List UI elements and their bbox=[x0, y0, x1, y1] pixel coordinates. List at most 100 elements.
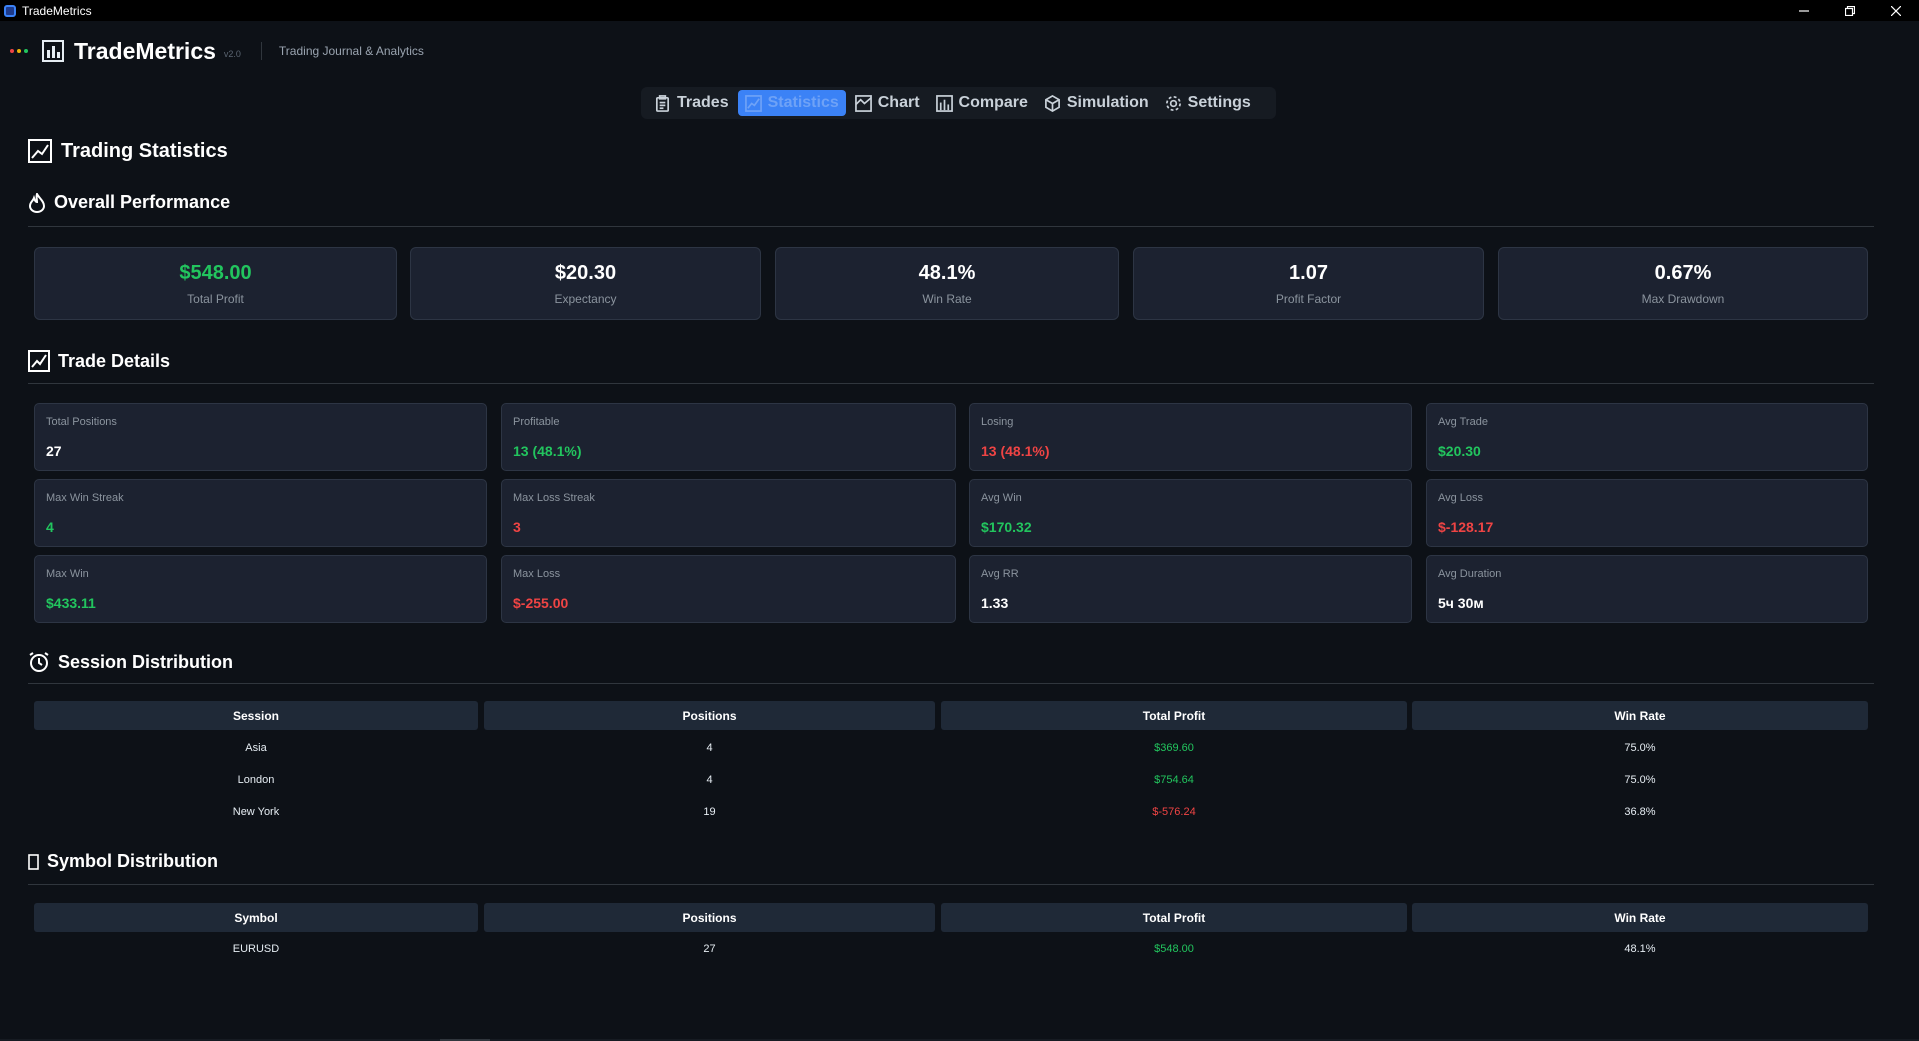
page-title-text: Trading Statistics bbox=[61, 139, 228, 162]
tab-label: Statistics bbox=[767, 94, 839, 111]
window-dots[interactable] bbox=[10, 49, 28, 53]
detail-value: $-128.17 bbox=[1438, 519, 1494, 535]
app-icon bbox=[4, 4, 16, 17]
table-cell-profit: $548.00 bbox=[1154, 943, 1194, 955]
column-header-win-rate[interactable]: Win Rate bbox=[1412, 701, 1868, 730]
tab-settings[interactable]: Settings bbox=[1158, 90, 1258, 116]
close-icon bbox=[1891, 5, 1901, 16]
detail-card-avg-rr: Avg RR 1.33 bbox=[969, 555, 1412, 623]
detail-value: 13 (48.1%) bbox=[513, 443, 582, 459]
section-session-distribution: Session Distribution bbox=[28, 651, 233, 673]
detail-value: $433.11 bbox=[46, 595, 96, 611]
detail-card-avg-duration: Avg Duration 5ч 30м bbox=[1426, 555, 1868, 623]
detail-label: Avg Loss bbox=[1438, 492, 1484, 504]
table-cell-profit: $-576.24 bbox=[1152, 806, 1196, 818]
column-header-total-profit[interactable]: Total Profit bbox=[941, 903, 1407, 932]
detail-value: $-255.00 bbox=[513, 595, 569, 611]
bar-chart-logo-icon bbox=[42, 40, 64, 62]
page-title: Trading Statistics bbox=[28, 139, 228, 163]
detail-label: Profitable bbox=[513, 416, 560, 428]
section-divider bbox=[28, 383, 1874, 384]
tab-label: Compare bbox=[958, 94, 1028, 111]
tab-label: Trades bbox=[677, 94, 729, 111]
detail-value: 3 bbox=[513, 519, 521, 535]
detail-label: Avg Win bbox=[981, 492, 1022, 504]
detail-label: Max Win bbox=[46, 568, 89, 580]
table-cell-positions: 27 bbox=[703, 943, 716, 955]
section-heading: Trade Details bbox=[58, 350, 171, 371]
detail-label: Avg Trade bbox=[1438, 416, 1488, 428]
tab-label: Simulation bbox=[1066, 94, 1149, 111]
detail-card-total-positions: Total Positions 27 bbox=[34, 403, 487, 471]
cube-icon bbox=[1044, 94, 1060, 112]
section-overall-performance: Overall Performance bbox=[28, 192, 230, 213]
chart-line-icon bbox=[744, 94, 762, 112]
detail-value: 27 bbox=[46, 443, 62, 459]
table-cell-win-rate: 36.8% bbox=[1624, 806, 1656, 818]
bar-chart-icon bbox=[935, 94, 953, 112]
stat-label: Total Profit bbox=[187, 291, 244, 306]
version-label: v2.0 bbox=[223, 49, 241, 59]
detail-label: Avg Duration bbox=[1438, 568, 1502, 580]
tab-statistics[interactable]: Statistics bbox=[737, 90, 846, 116]
tab-trades[interactable]: Trades bbox=[647, 90, 736, 116]
minimize-button[interactable] bbox=[1781, 0, 1827, 21]
detail-card-max-loss: Max Loss $-255.00 bbox=[501, 555, 956, 623]
stat-card-profit-factor: 1.07 Profit Factor bbox=[1133, 247, 1484, 320]
close-button[interactable] bbox=[1873, 0, 1919, 21]
table-cell-profit: $754.64 bbox=[1154, 774, 1194, 786]
stat-card-expectancy: $20.30 Expectancy bbox=[410, 247, 761, 320]
detail-value: 4 bbox=[46, 519, 54, 535]
section-heading: Session Distribution bbox=[58, 651, 234, 672]
column-header-positions[interactable]: Positions bbox=[484, 701, 935, 730]
detail-card-max-loss-streak: Max Loss Streak 3 bbox=[501, 479, 956, 547]
stat-label: Expectancy bbox=[554, 291, 617, 306]
detail-value: $170.32 bbox=[981, 519, 1032, 535]
column-header-symbol[interactable]: Symbol bbox=[34, 903, 478, 932]
table-cell-positions: 19 bbox=[703, 806, 716, 818]
dot-yellow bbox=[17, 49, 21, 53]
section-divider bbox=[28, 884, 1874, 885]
stat-card-win-rate: 48.1% Win Rate bbox=[775, 247, 1119, 320]
restore-icon bbox=[1845, 5, 1855, 16]
window-controls bbox=[1781, 0, 1919, 21]
alarm-clock-icon bbox=[29, 652, 49, 672]
detail-label: Max Loss bbox=[513, 568, 561, 580]
column-header-positions[interactable]: Positions bbox=[484, 903, 935, 932]
tab-label: Chart bbox=[877, 94, 920, 111]
detail-card-avg-loss: Avg Loss $-128.17 bbox=[1426, 479, 1868, 547]
dot-green bbox=[24, 49, 28, 53]
window-title: TradeMetrics bbox=[22, 3, 92, 18]
tab-compare[interactable]: Compare bbox=[929, 90, 1035, 116]
stat-value: 48.1% bbox=[918, 261, 976, 284]
detail-label: Avg RR bbox=[981, 568, 1019, 580]
detail-label: Losing bbox=[981, 416, 1014, 428]
table-cell-profit: $369.60 bbox=[1154, 742, 1194, 754]
tab-simulation[interactable]: Simulation bbox=[1037, 90, 1156, 116]
detail-value: $20.30 bbox=[1438, 443, 1481, 459]
column-header-session[interactable]: Session bbox=[34, 701, 478, 730]
flame-icon bbox=[28, 192, 46, 213]
table-cell-symbol: EURUSD bbox=[232, 943, 280, 955]
column-header-total-profit[interactable]: Total Profit bbox=[941, 701, 1407, 730]
restore-button[interactable] bbox=[1827, 0, 1873, 21]
table-cell-win-rate: 48.1% bbox=[1624, 943, 1656, 955]
detail-label: Max Win Streak bbox=[46, 492, 124, 504]
clipboard-icon bbox=[655, 94, 670, 112]
window-titlebar: TradeMetrics bbox=[0, 0, 1919, 21]
table-cell-session: New York bbox=[232, 806, 280, 818]
detail-card-avg-win: Avg Win $170.32 bbox=[969, 479, 1412, 547]
detail-label: Total Positions bbox=[46, 416, 117, 428]
section-divider bbox=[28, 683, 1874, 684]
tab-chart[interactable]: Chart bbox=[848, 90, 927, 116]
column-header-win-rate[interactable]: Win Rate bbox=[1412, 903, 1868, 932]
stat-label: Max Drawdown bbox=[1641, 291, 1725, 306]
stat-label: Profit Factor bbox=[1275, 291, 1342, 306]
main-tabs: Trades Statistics Chart Compare Simulati… bbox=[641, 87, 1276, 119]
dot-red bbox=[10, 49, 14, 53]
brand-name: TradeMetrics bbox=[74, 37, 216, 64]
stat-value: 0.67% bbox=[1654, 261, 1712, 284]
stat-card-total-profit: $548.00 Total Profit bbox=[34, 247, 397, 320]
app-subtitle: Trading Journal & Analytics bbox=[278, 44, 424, 58]
stat-value: $548.00 bbox=[179, 261, 252, 284]
